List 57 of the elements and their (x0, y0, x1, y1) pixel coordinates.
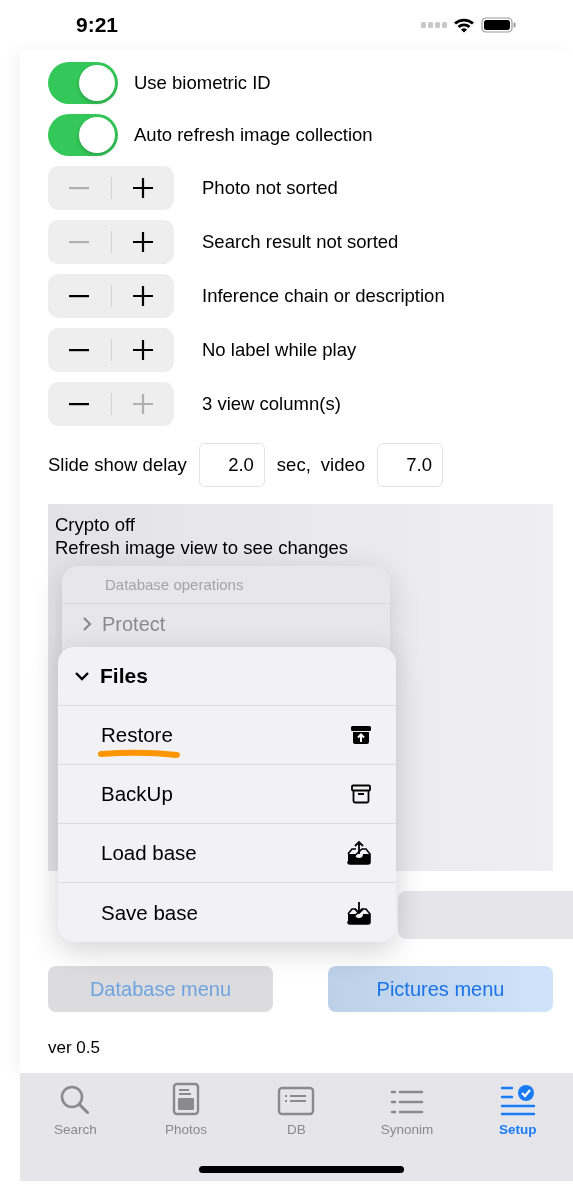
stepper-label: No label while play (202, 339, 357, 361)
video-delay-field[interactable]: 7.0 (377, 443, 443, 487)
checklist-icon (499, 1084, 536, 1116)
wifi-icon (453, 17, 475, 33)
unit-label: sec, (276, 454, 311, 476)
tab[interactable]: Photos (130, 1079, 242, 1137)
tray-up-icon (346, 840, 372, 866)
tab[interactable]: Setup (462, 1079, 573, 1137)
menu-button[interactable]: Pictures menu (328, 966, 553, 1012)
chevron-right-icon (82, 616, 92, 632)
version-label: ver 0.5 (48, 1038, 100, 1058)
search-icon (59, 1084, 92, 1116)
menu-group[interactable]: Protect (62, 604, 172, 644)
toggle-switch[interactable] (48, 62, 118, 104)
archive-icon (350, 783, 372, 805)
tab[interactable]: Search (20, 1079, 131, 1137)
menu-item[interactable]: Restore (58, 706, 396, 765)
minus-icon (69, 294, 90, 298)
archive-up-icon (350, 724, 372, 746)
plus-icon (132, 394, 153, 414)
menu-button[interactable]: Database menu (48, 966, 273, 1012)
menu-item[interactable]: Save base (58, 883, 396, 942)
chevron-down-icon (74, 671, 90, 681)
stepper-label: 3 view column(s) (202, 393, 341, 415)
plus-icon (132, 178, 153, 198)
toggle-label: Auto refresh image collection (134, 124, 373, 146)
log-line: Refresh image view to see changes (55, 536, 349, 560)
stepper-label: Search result not sorted (202, 231, 399, 253)
toggle-label: Use biometric ID (134, 72, 271, 94)
stepper-label: Inference chain or description (202, 285, 445, 307)
log-line: Crypto off (55, 514, 135, 537)
delay-label: Slide show delay (48, 454, 187, 476)
input-field[interactable] (398, 891, 573, 939)
plus-icon (132, 286, 153, 306)
minus-icon (69, 240, 90, 244)
menu-group[interactable]: Files (58, 647, 396, 706)
document-icon (171, 1082, 200, 1116)
list-icon (390, 1088, 425, 1116)
toggle-switch[interactable] (48, 114, 118, 156)
plus-icon (132, 340, 153, 360)
menu-item[interactable]: BackUp (58, 765, 396, 824)
tab[interactable]: DB (241, 1079, 352, 1137)
video-label: video (320, 454, 365, 476)
battery-icon (481, 17, 517, 33)
plus-icon (132, 232, 153, 252)
minus-icon (69, 186, 90, 190)
minus-icon (69, 402, 90, 406)
tray-down-icon (346, 899, 372, 926)
stepper-label: Photo not sorted (202, 177, 338, 199)
menu-title: Database operations (105, 576, 244, 593)
card-icon (277, 1086, 316, 1116)
delay-field[interactable]: 2.0 (198, 443, 265, 487)
signal-icon (421, 22, 447, 28)
status-time: 9:21 (76, 13, 119, 37)
tab[interactable]: Synonim (351, 1079, 463, 1137)
menu-item[interactable]: Load base (58, 824, 396, 883)
minus-icon (69, 348, 90, 352)
